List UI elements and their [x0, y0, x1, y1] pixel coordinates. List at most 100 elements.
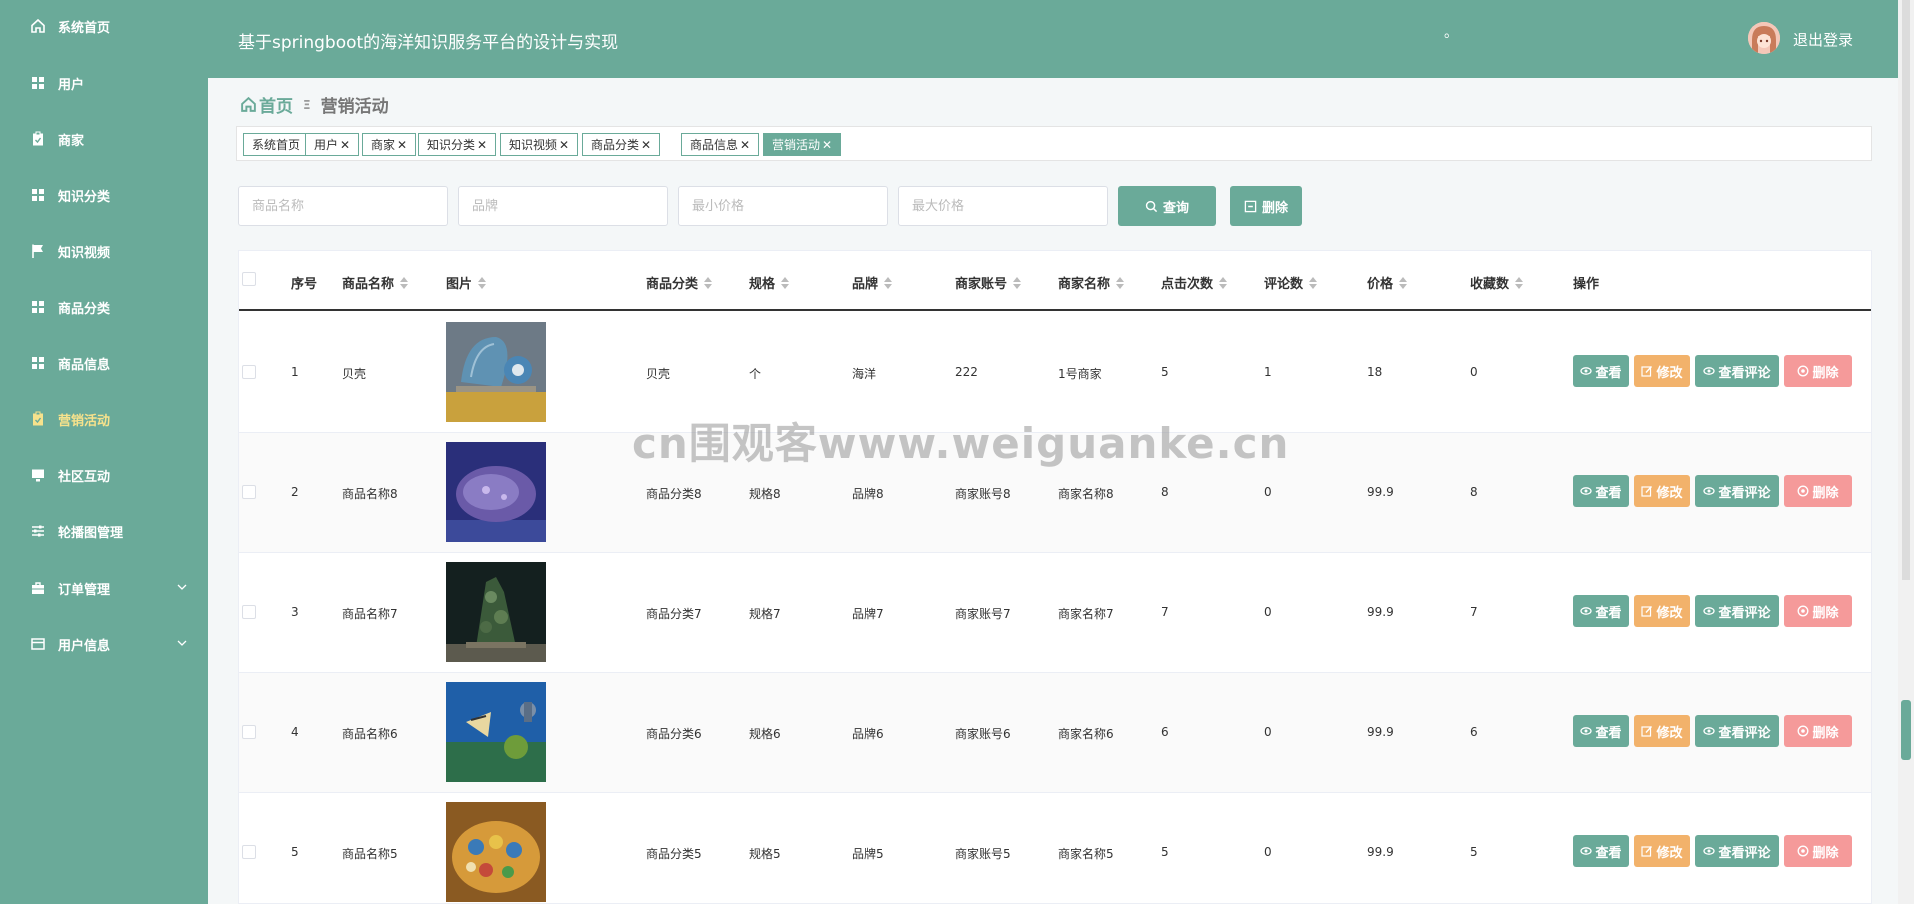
batch-delete-button[interactable]: 删除 — [1230, 186, 1302, 226]
delete-label: 删除 — [1812, 845, 1839, 861]
grid-icon — [28, 187, 48, 203]
edit-button[interactable]: 修改 — [1634, 835, 1690, 867]
min-price-input[interactable] — [678, 186, 888, 226]
column-header[interactable]: 图片 — [446, 273, 487, 292]
delete-button[interactable]: 删除 — [1784, 835, 1852, 867]
view-button[interactable]: 查看 — [1573, 835, 1629, 867]
column-header[interactable]: 商家账号 — [955, 273, 1022, 292]
column-header[interactable]: 商家名称 — [1058, 273, 1125, 292]
sliders-icon — [28, 523, 48, 539]
view-comments-button[interactable]: 查看评论 — [1695, 355, 1779, 387]
column-header[interactable]: 商品分类 — [646, 273, 713, 292]
tag-knowledge-category[interactable]: 知识分类 ✕ — [418, 133, 497, 156]
page-scrollbar[interactable] — [1898, 0, 1914, 904]
avatar[interactable] — [1748, 22, 1780, 54]
sidebar-item-knowledge-category[interactable]: 知识分类 — [0, 175, 208, 215]
select-all-checkbox[interactable] — [242, 272, 256, 286]
view-button[interactable]: 查看 — [1573, 595, 1629, 627]
sort-icon[interactable] — [704, 276, 713, 289]
close-icon[interactable]: ✕ — [822, 138, 832, 152]
query-button[interactable]: 查询 — [1118, 186, 1216, 226]
sort-icon[interactable] — [1116, 276, 1125, 289]
view-comments-button[interactable]: 查看评论 — [1695, 715, 1779, 747]
sidebar-item-knowledge-video[interactable]: 知识视频 — [0, 231, 208, 271]
edit-icon — [1641, 846, 1653, 857]
row-checkbox[interactable] — [242, 365, 256, 379]
tag-knowledge-video[interactable]: 知识视频 ✕ — [500, 133, 579, 156]
product-name-input[interactable] — [238, 186, 448, 226]
sidebar-item-community[interactable]: 社区互动 — [0, 455, 208, 495]
sort-icon[interactable] — [1309, 276, 1318, 289]
close-icon[interactable]: ✕ — [740, 138, 750, 152]
breadcrumb-home[interactable]: 首页 — [240, 92, 293, 117]
brand-input[interactable] — [458, 186, 668, 226]
column-header[interactable]: 评论数 — [1264, 273, 1318, 292]
edit-button[interactable]: 修改 — [1634, 355, 1690, 387]
sort-icon[interactable] — [1399, 276, 1408, 289]
view-comments-button[interactable]: 查看评论 — [1695, 475, 1779, 507]
scrollbar-thumb[interactable] — [1901, 700, 1911, 760]
eye-icon — [1703, 487, 1716, 495]
edit-icon — [1641, 606, 1653, 617]
app-title: 基于springboot的海洋知识服务平台的设计与实现 — [238, 33, 619, 53]
close-icon[interactable]: ✕ — [559, 138, 569, 152]
row-checkbox[interactable] — [242, 605, 256, 619]
logout-button[interactable]: 退出登录 — [1793, 29, 1853, 50]
sidebar-item-marketing[interactable]: 营销活动 — [0, 399, 208, 439]
sidebar-item-product-category[interactable]: 商品分类 — [0, 287, 208, 327]
sidebar-item-carousel[interactable]: 轮播图管理 — [0, 511, 208, 551]
tag-home[interactable]: 系统首页 — [243, 133, 310, 156]
sort-icon[interactable] — [1515, 276, 1524, 289]
view-button[interactable]: 查看 — [1573, 355, 1629, 387]
view-button[interactable]: 查看 — [1573, 715, 1629, 747]
column-header[interactable]: 点击次数 — [1161, 273, 1228, 292]
column-header[interactable]: 收藏数 — [1470, 273, 1524, 292]
close-icon[interactable]: ✕ — [641, 138, 651, 152]
sidebar-item-product-info[interactable]: 商品信息 — [0, 343, 208, 383]
tag-marketing[interactable]: 营销活动 ✕ — [763, 133, 842, 156]
tag-users[interactable]: 用户 ✕ — [305, 133, 360, 156]
tag-merchants[interactable]: 商家 ✕ — [362, 133, 417, 156]
view-comments-button[interactable]: 查看评论 — [1695, 595, 1779, 627]
home-icon — [28, 18, 48, 34]
sort-icon[interactable] — [478, 276, 487, 289]
edit-button[interactable]: 修改 — [1634, 715, 1690, 747]
row-checkbox[interactable] — [242, 485, 256, 499]
column-header[interactable]: 品牌 — [852, 273, 893, 292]
close-icon[interactable]: ✕ — [397, 138, 407, 152]
delete-button[interactable]: 删除 — [1784, 355, 1852, 387]
cell-merchant-name: 商家名称5 — [1058, 847, 1114, 861]
view-button[interactable]: 查看 — [1573, 475, 1629, 507]
max-price-input[interactable] — [898, 186, 1108, 226]
row-checkbox[interactable] — [242, 725, 256, 739]
delete-button[interactable]: 删除 — [1784, 715, 1852, 747]
tag-product-category[interactable]: 商品分类 ✕ — [582, 133, 661, 156]
tag-product-info[interactable]: 商品信息 ✕ — [681, 133, 760, 156]
row-checkbox[interactable] — [242, 845, 256, 859]
sidebar-item-orders[interactable]: 订单管理 — [0, 568, 208, 608]
sort-icon[interactable] — [1013, 276, 1022, 289]
close-icon[interactable]: ✕ — [477, 138, 487, 152]
clipboard-icon — [28, 131, 48, 147]
column-header[interactable]: 规格 — [749, 273, 790, 292]
delete-button[interactable]: 删除 — [1784, 475, 1852, 507]
sidebar-item-user-info[interactable]: 用户信息 — [0, 624, 208, 664]
sort-icon[interactable] — [884, 276, 893, 289]
view-comments-button[interactable]: 查看评论 — [1695, 835, 1779, 867]
column-header[interactable]: 商品名称 — [342, 273, 409, 292]
sidebar-item-merchants[interactable]: 商家 — [0, 119, 208, 159]
edit-label: 修改 — [1656, 725, 1683, 741]
sort-icon[interactable] — [1219, 276, 1228, 289]
sidebar-item-home[interactable]: 系统首页 — [0, 6, 208, 46]
close-icon[interactable]: ✕ — [340, 138, 350, 152]
edit-button[interactable]: 修改 — [1634, 475, 1690, 507]
delete-button[interactable]: 删除 — [1784, 595, 1852, 627]
cell-brand: 品牌8 — [852, 487, 884, 501]
sort-icon[interactable] — [781, 276, 790, 289]
sidebar-item-users[interactable]: 用户 — [0, 63, 208, 103]
column-header[interactable]: 价格 — [1367, 273, 1408, 292]
cell-merchant-account: 商家账号6 — [955, 727, 1011, 741]
sidebar-item-label: 订单管理 — [58, 582, 111, 598]
sort-icon[interactable] — [400, 276, 409, 289]
edit-button[interactable]: 修改 — [1634, 595, 1690, 627]
